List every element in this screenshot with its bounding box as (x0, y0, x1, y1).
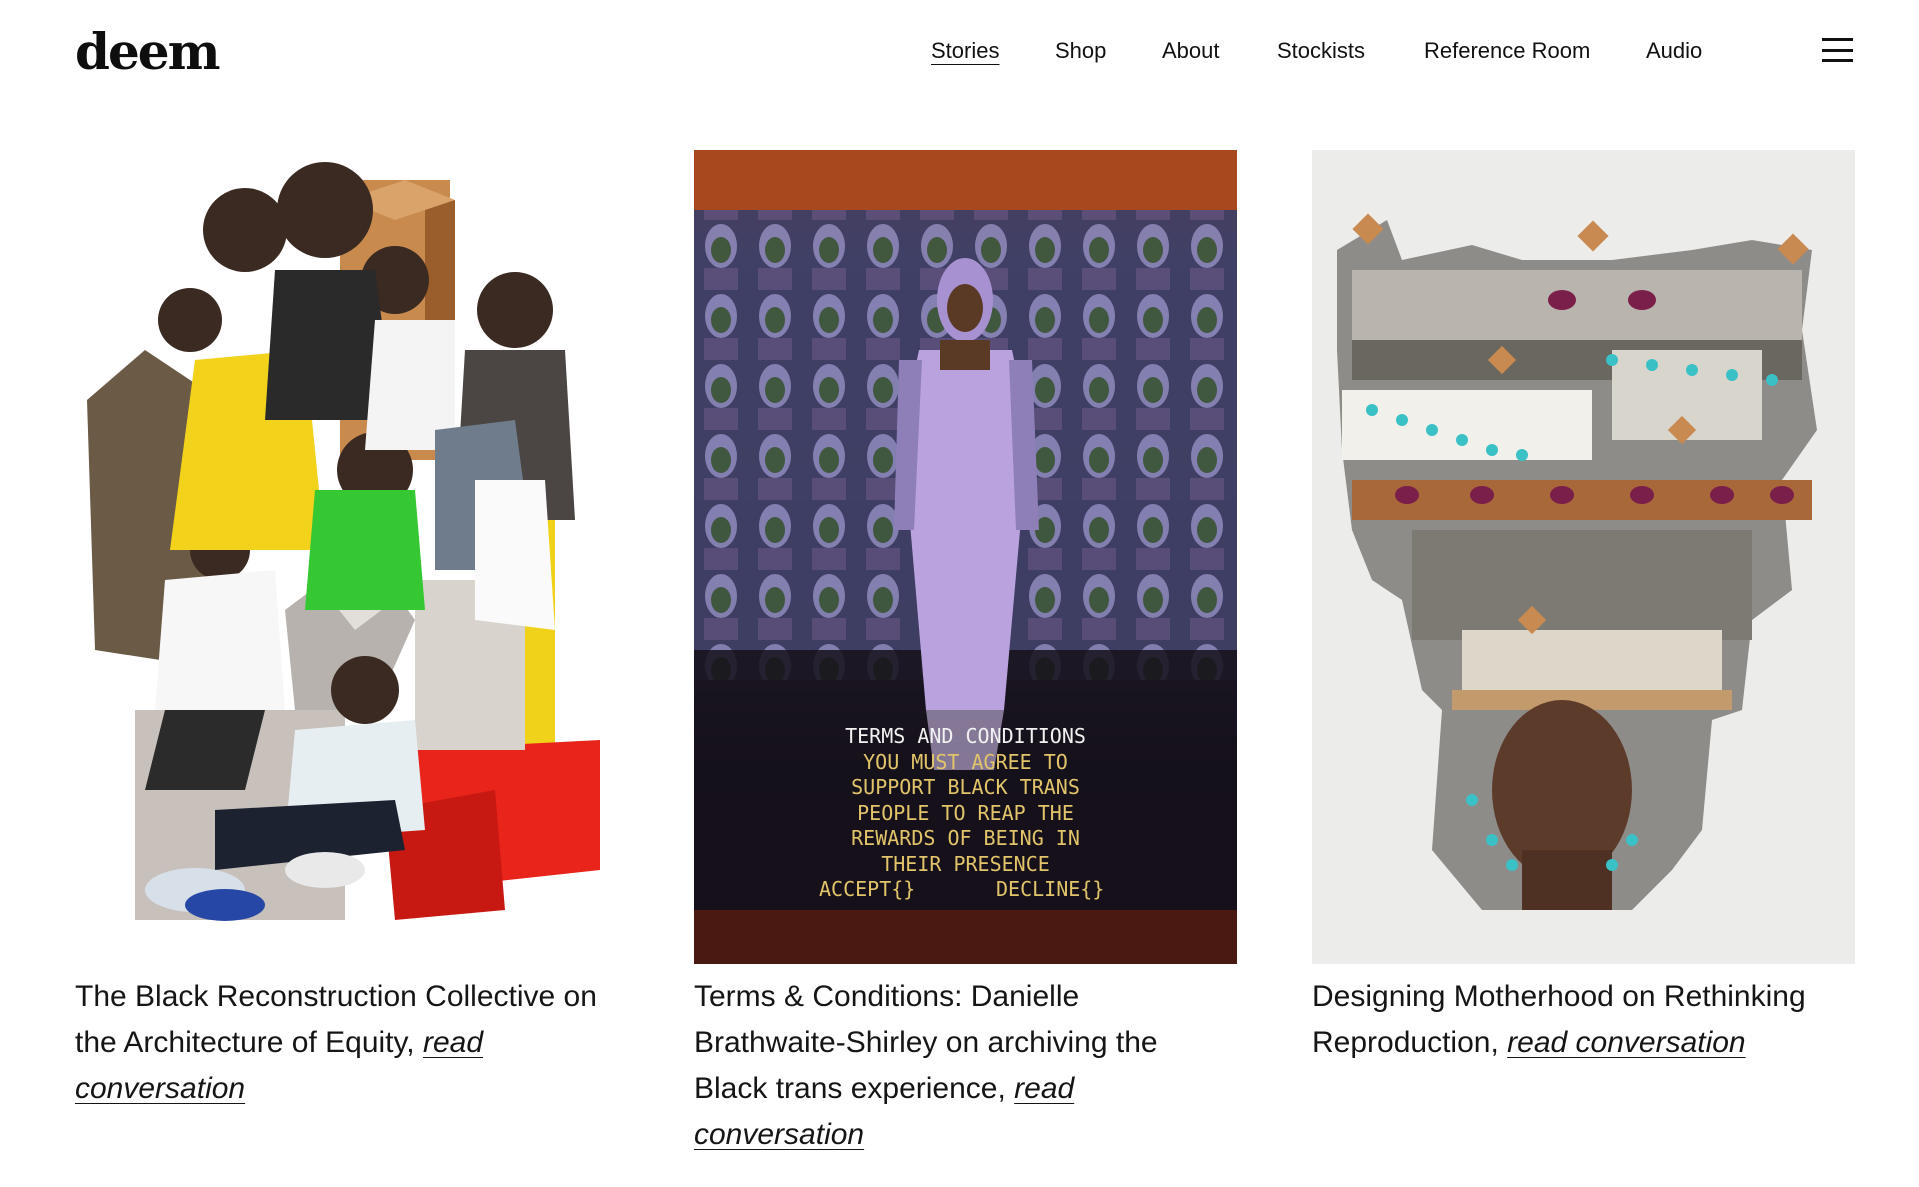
story-title: Terms & Conditions: Danielle Brathwaite-… (694, 980, 1158, 1105)
site-header: deem Stories Shop About Stockists Refere… (0, 0, 1919, 110)
nav-item-stockists[interactable]: Stockists (1277, 38, 1365, 64)
nav-item-about[interactable]: About (1162, 38, 1220, 64)
hamburger-menu-icon[interactable] (1822, 38, 1853, 62)
read-conversation-link[interactable]: read conversation (1507, 1026, 1745, 1059)
decline-label: DECLINE{} (996, 877, 1105, 901)
nav-item-shop[interactable]: Shop (1055, 38, 1106, 64)
site-logo[interactable]: deem (75, 22, 220, 81)
overlay-line: TERMS AND CONDITIONS (845, 724, 1086, 748)
story-image-avatar[interactable]: TERMS AND CONDITIONS YOU MUST AGREE TO S… (694, 150, 1237, 964)
nav-item-reference-room[interactable]: Reference Room (1424, 38, 1590, 64)
menu-bar (1822, 59, 1853, 62)
story-caption: Terms & Conditions: Danielle Brathwaite-… (694, 974, 1237, 1158)
menu-bar (1822, 49, 1853, 52)
story-card: The Black Reconstruction Collective on t… (75, 150, 618, 1105)
accept-label: ACCEPT{} (819, 877, 916, 901)
story-card: Designing Motherhood on Rethinking Repro… (1312, 150, 1855, 1059)
overlay-line: SUPPORT BLACK TRANS (851, 775, 1080, 799)
people-collage-illustration (75, 150, 618, 964)
overlay-line: THEIR PRESENCE (881, 851, 1050, 876)
headdress-collage-illustration (1312, 150, 1855, 964)
story-caption: Designing Motherhood on Rethinking Repro… (1312, 974, 1855, 1066)
overlay-line: YOU MUST AGREE TO (863, 749, 1068, 774)
nav-item-audio[interactable]: Audio (1646, 38, 1702, 64)
menu-bar (1822, 38, 1853, 41)
story-card: TERMS AND CONDITIONS YOU MUST AGREE TO S… (694, 150, 1237, 1151)
nav-item-stories[interactable]: Stories (931, 38, 999, 64)
terms-overlay: TERMS AND CONDITIONS YOU MUST AGREE TO S… (694, 724, 1237, 902)
story-image-collage[interactable] (75, 150, 618, 964)
story-image-headdress[interactable] (1312, 150, 1855, 964)
overlay-line: PEOPLE TO REAP THE (857, 800, 1074, 825)
overlay-line: REWARDS OF BEING IN (851, 826, 1080, 850)
story-caption: The Black Reconstruction Collective on t… (75, 974, 618, 1112)
story-title: The Black Reconstruction Collective on t… (75, 980, 597, 1059)
